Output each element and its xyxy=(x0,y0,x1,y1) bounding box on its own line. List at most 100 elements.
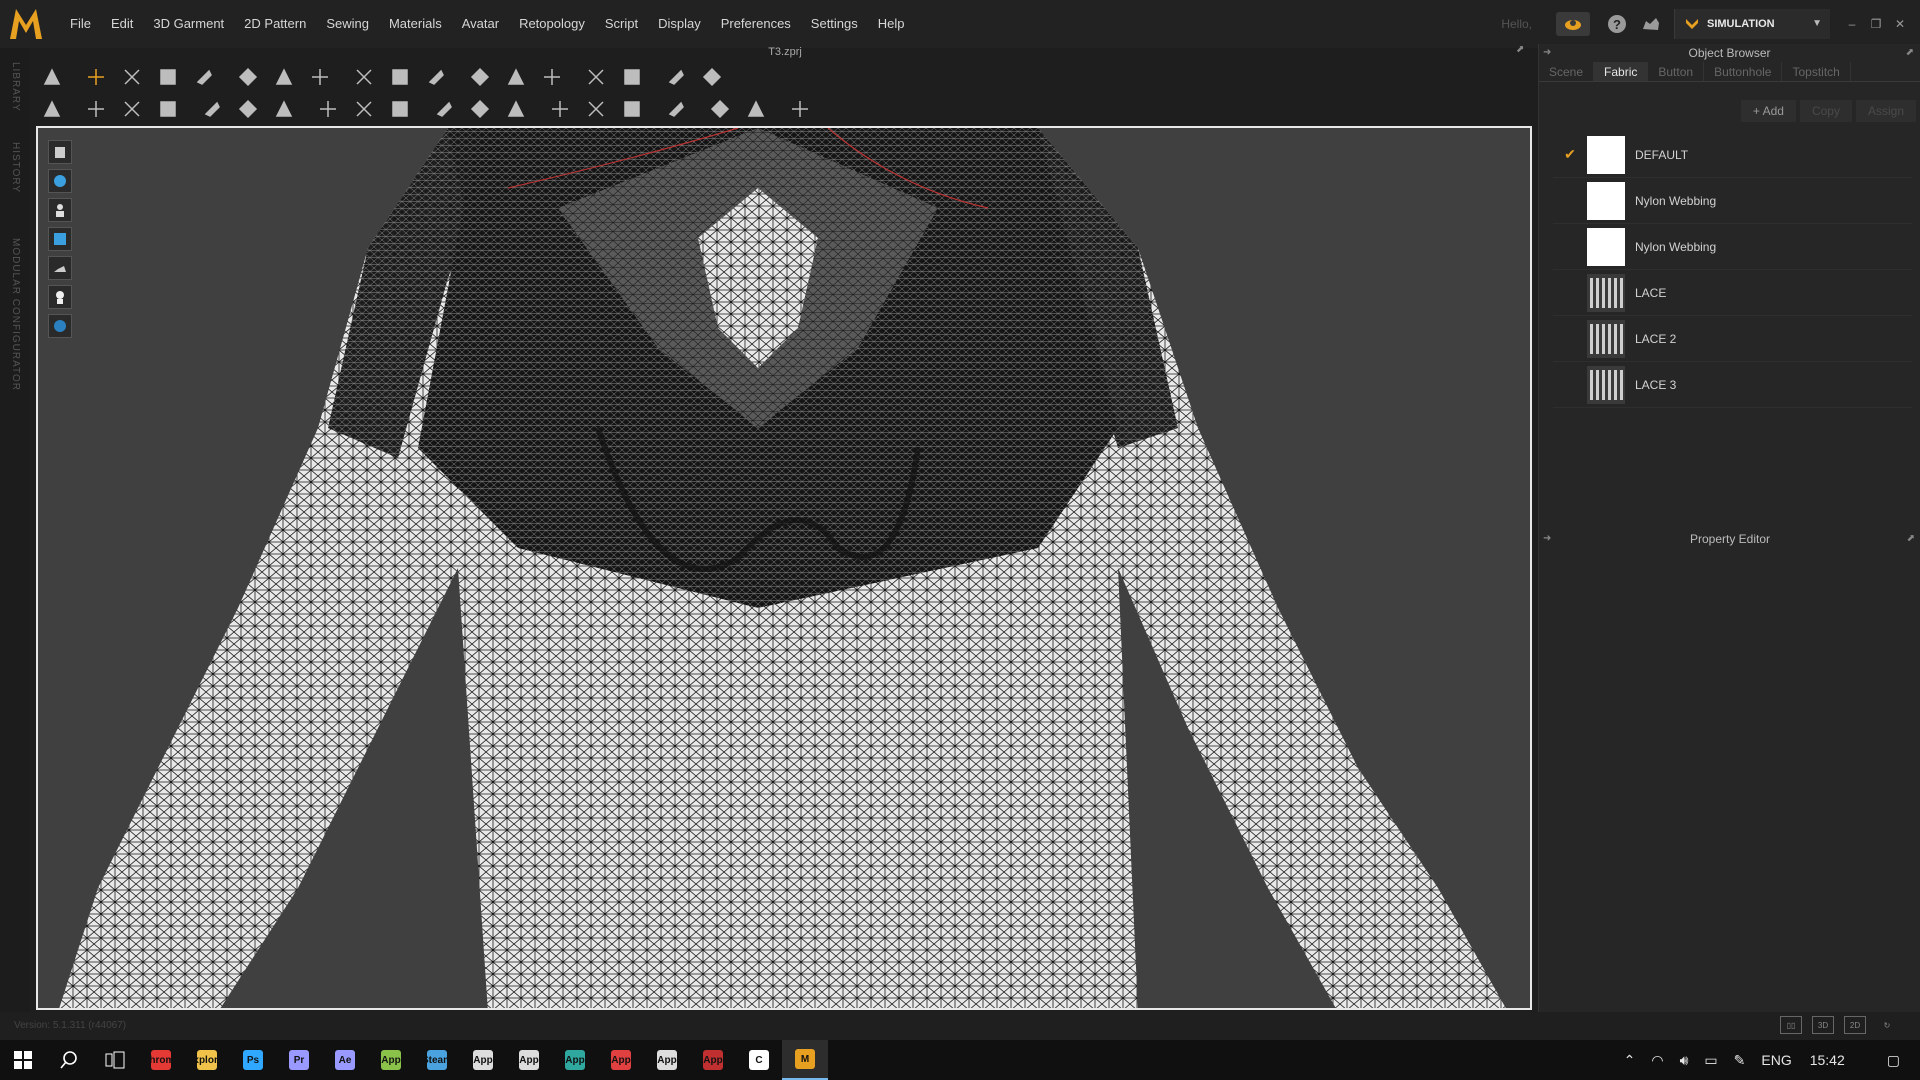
taskbar-app-app[interactable]: App xyxy=(552,1040,598,1080)
fabric-list-item[interactable]: Nylon Webbing xyxy=(1553,224,1912,270)
language-indicator[interactable]: ENG xyxy=(1761,1052,1791,1068)
row2-tool-5[interactable] xyxy=(198,95,226,123)
row1-tool-5[interactable] xyxy=(190,63,218,91)
row1-tool-18[interactable] xyxy=(698,63,726,91)
row1-tool-10[interactable] xyxy=(386,63,414,91)
viewport-tool-skin[interactable] xyxy=(48,285,72,309)
app-logo[interactable] xyxy=(6,4,46,44)
taskbar-app-app[interactable]: App xyxy=(690,1040,736,1080)
search-button[interactable] xyxy=(46,1040,92,1080)
battery-icon[interactable]: ▭ xyxy=(1704,1052,1717,1069)
mode-selector[interactable]: SIMULATION ▼ xyxy=(1674,9,1830,39)
notifications-icon[interactable]: ▢ xyxy=(1887,1052,1900,1069)
row2-tool-2[interactable] xyxy=(82,95,110,123)
refresh-icon[interactable]: ↻ xyxy=(1876,1016,1898,1034)
row2-tool-18[interactable] xyxy=(706,95,734,123)
row2-tool-8[interactable] xyxy=(314,95,342,123)
fabric-list-item[interactable]: Nylon Webbing xyxy=(1553,178,1912,224)
viewport-tool-shoe[interactable] xyxy=(48,256,72,280)
fabric-list-item[interactable]: LACE 2 xyxy=(1553,316,1912,362)
row1-tool-16[interactable] xyxy=(618,63,646,91)
menu-settings[interactable]: Settings xyxy=(801,0,868,48)
chevron-up-icon[interactable]: ⌃ xyxy=(1624,1052,1636,1069)
row1-tool-11[interactable] xyxy=(422,63,450,91)
assign-fabric-button[interactable]: Assign xyxy=(1855,100,1916,122)
row1-tool-6[interactable] xyxy=(234,63,262,91)
view-mode-3d-button[interactable]: 3D xyxy=(1812,1016,1834,1034)
row1-tool-9[interactable] xyxy=(350,63,378,91)
tab-history[interactable]: HISTORY xyxy=(10,142,21,193)
taskbar-app-app[interactable]: App xyxy=(644,1040,690,1080)
row2-tool-14[interactable] xyxy=(546,95,574,123)
row1-tool-7[interactable] xyxy=(270,63,298,91)
tab-fabric[interactable]: Fabric xyxy=(1594,62,1649,81)
taskbar-app-app[interactable]: App xyxy=(598,1040,644,1080)
popout-icon[interactable]: ⬈ xyxy=(1907,530,1915,548)
row2-tool-9[interactable] xyxy=(350,95,378,123)
start-button[interactable] xyxy=(0,1040,46,1080)
clock[interactable]: 15:42 xyxy=(1810,1052,1845,1068)
menu-preferences[interactable]: Preferences xyxy=(711,0,801,48)
row2-tool-1[interactable] xyxy=(38,95,66,123)
3d-viewport[interactable] xyxy=(36,126,1532,1010)
wifi-icon[interactable]: ◠ xyxy=(1651,1052,1663,1069)
tab-topstitch[interactable]: Topstitch xyxy=(1782,62,1851,81)
taskbar-app-c[interactable]: C xyxy=(736,1040,782,1080)
cloud-button[interactable] xyxy=(1556,12,1590,36)
volume-icon[interactable]: 🔊︎ xyxy=(1680,1052,1689,1069)
row1-tool-12[interactable] xyxy=(466,63,494,91)
copy-fabric-button[interactable]: Copy xyxy=(1799,100,1852,122)
taskbar-app-ps[interactable]: Ps xyxy=(230,1040,276,1080)
viewport-tool-environment[interactable] xyxy=(48,314,72,338)
taskbar-app-steam[interactable]: Steam xyxy=(414,1040,460,1080)
community-button[interactable] xyxy=(1640,13,1662,35)
row2-tool-13[interactable] xyxy=(502,95,530,123)
row2-tool-10[interactable] xyxy=(386,95,414,123)
fabric-list-item[interactable]: LACE xyxy=(1553,270,1912,316)
taskbar-app-app[interactable]: App xyxy=(506,1040,552,1080)
menu-materials[interactable]: Materials xyxy=(379,0,452,48)
menu-3d-garment[interactable]: 3D Garment xyxy=(143,0,234,48)
row2-tool-20[interactable] xyxy=(786,95,814,123)
viewport-tool-garment[interactable] xyxy=(48,140,72,164)
restore-button[interactable]: ❐ xyxy=(1864,17,1888,31)
row2-tool-17[interactable] xyxy=(662,95,690,123)
tab-scene[interactable]: Scene xyxy=(1539,62,1595,81)
row1-tool-1[interactable] xyxy=(38,63,66,91)
row2-tool-15[interactable] xyxy=(582,95,610,123)
row1-tool-2[interactable] xyxy=(82,63,110,91)
row1-tool-15[interactable] xyxy=(582,63,610,91)
close-button[interactable]: ✕ xyxy=(1888,17,1912,31)
row1-tool-4[interactable] xyxy=(154,63,182,91)
row2-tool-12[interactable] xyxy=(466,95,494,123)
tab-buttonhole[interactable]: Buttonhole xyxy=(1704,62,1783,81)
row2-tool-4[interactable] xyxy=(154,95,182,123)
row2-tool-3[interactable] xyxy=(118,95,146,123)
taskbar-app-app[interactable]: App xyxy=(368,1040,414,1080)
viewport-detach-icon[interactable]: ⬈ xyxy=(1516,44,1524,55)
row2-tool-7[interactable] xyxy=(270,95,298,123)
tab-modular-configurator[interactable]: MODULAR CONFIGURATOR xyxy=(10,238,21,391)
help-button[interactable]: ? xyxy=(1606,13,1628,35)
menu-sewing[interactable]: Sewing xyxy=(316,0,379,48)
view-mode-split-button[interactable]: ▯▯ xyxy=(1780,1016,1802,1034)
menu-file[interactable]: File xyxy=(60,0,101,48)
add-fabric-button[interactable]: + Add xyxy=(1740,100,1796,122)
view-mode-2d-button[interactable]: 2D xyxy=(1844,1016,1866,1034)
tab-button[interactable]: Button xyxy=(1648,62,1705,81)
viewport-tool-avatar[interactable] xyxy=(48,198,72,222)
pin-icon[interactable]: ➜ xyxy=(1543,44,1551,62)
menu-retopology[interactable]: Retopology xyxy=(509,0,595,48)
menu-script[interactable]: Script xyxy=(595,0,648,48)
taskbar-app-ae[interactable]: Ae xyxy=(322,1040,368,1080)
row2-tool-19[interactable] xyxy=(742,95,770,123)
pin-icon[interactable]: ➜ xyxy=(1543,530,1551,548)
row2-tool-16[interactable] xyxy=(618,95,646,123)
viewport-tool-texture[interactable] xyxy=(48,227,72,251)
menu-display[interactable]: Display xyxy=(648,0,711,48)
task-view-button[interactable] xyxy=(92,1040,138,1080)
menu-help[interactable]: Help xyxy=(868,0,915,48)
row1-tool-3[interactable] xyxy=(118,63,146,91)
fabric-list-item[interactable]: ✔ DEFAULT xyxy=(1553,132,1912,178)
taskbar-app-chrome[interactable]: Chrome xyxy=(138,1040,184,1080)
